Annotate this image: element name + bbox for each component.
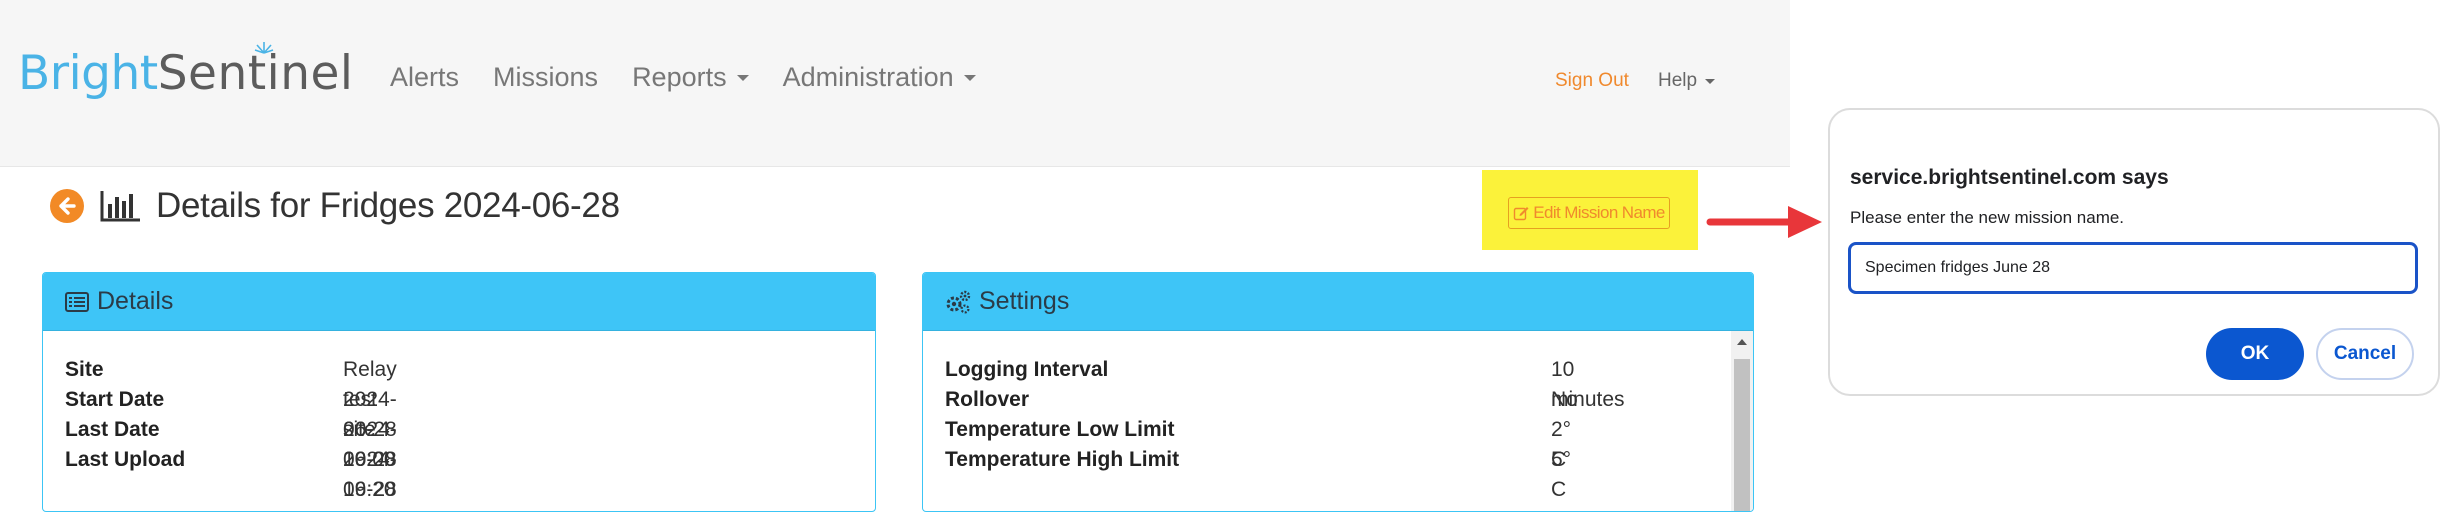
bar-chart-icon: [100, 191, 140, 222]
ok-button[interactable]: OK: [2206, 328, 2304, 380]
edit-icon: [1514, 207, 1529, 221]
list-alt-icon: [65, 291, 89, 312]
nav-administration[interactable]: Administration: [783, 62, 976, 93]
arrow-left-circle-icon: [59, 197, 76, 215]
setting-row-temp-high: Temperature High Limit 5° C: [945, 448, 1572, 501]
back-button[interactable]: [50, 189, 84, 223]
main-nav: Alerts Missions Reports Administration: [390, 62, 976, 93]
details-list: Site Relay test site Start Date 2024-06-28…: [65, 355, 397, 511]
nav-alerts[interactable]: Alerts: [390, 62, 459, 93]
brand-logo[interactable]: BrightSentinel: [18, 42, 354, 116]
detail-row-last-upload: Last Upload2024-06-28 19:22: [65, 448, 397, 511]
setting-row-temp-low: Temperature Low Limit 2° C: [945, 418, 1572, 471]
mission-name-input[interactable]: [1848, 242, 2418, 294]
details-panel: Details Site Relay test site Start Date 20…: [42, 272, 876, 512]
annotation-arrow-icon: [1706, 206, 1822, 238]
settings-panel-title: Settings: [979, 287, 1070, 315]
edit-mission-name-button[interactable]: Edit Mission Name: [1508, 197, 1670, 229]
caret-down-icon: [1705, 78, 1716, 84]
nav-reports[interactable]: Reports: [632, 62, 749, 93]
details-panel-header: Details: [43, 273, 875, 331]
help-menu[interactable]: Help: [1658, 70, 1716, 92]
setting-row-rollover: Rollover No: [945, 388, 1578, 411]
cogs-icon: [945, 290, 971, 314]
prompt-dialog: service.brightsentinel.com says Please e…: [1828, 108, 2440, 396]
logo-sentinel: Sentinel: [157, 46, 354, 101]
sign-out-link[interactable]: Sign Out: [1555, 70, 1629, 92]
details-panel-title: Details: [97, 287, 174, 315]
logo-bright: Bright: [18, 46, 158, 101]
scrollbar-thumb[interactable]: [1734, 359, 1750, 511]
dialog-title: service.brightsentinel.com says: [1850, 166, 2169, 189]
scroll-up-arrow-icon[interactable]: [1737, 339, 1747, 345]
page-heading: Details for Fridges 2024-06-28: [50, 186, 620, 226]
settings-scrollbar[interactable]: [1731, 331, 1753, 511]
page-title: Details for Fridges 2024-06-28: [156, 186, 620, 225]
setting-row-logging-interval: Logging Interval 10 minutes: [945, 358, 1625, 411]
detail-row-last-date: Last Date 2024-06-28 19:20: [65, 418, 397, 501]
detail-row-start-date: Start Date 2024-06-28 19:00: [65, 388, 397, 471]
settings-panel-header: Settings: [923, 273, 1753, 331]
settings-panel: Settings Logging Interval 10 minutes Roll…: [922, 272, 1754, 512]
caret-down-icon: [736, 74, 749, 81]
nav-missions[interactable]: Missions: [493, 62, 598, 93]
app-root: BrightSentinel Alerts Missions Reports A…: [0, 0, 2460, 512]
logo-spark-icon: [254, 42, 274, 54]
caret-down-icon: [963, 74, 976, 81]
settings-list: Logging Interval 10 minutes Rollover No Te…: [945, 355, 1625, 501]
top-navbar: BrightSentinel Alerts Missions Reports A…: [0, 0, 1790, 167]
cancel-button[interactable]: Cancel: [2316, 328, 2414, 380]
detail-row-site: Site Relay test site: [65, 358, 397, 441]
dialog-message: Please enter the new mission name.: [1850, 208, 2125, 227]
